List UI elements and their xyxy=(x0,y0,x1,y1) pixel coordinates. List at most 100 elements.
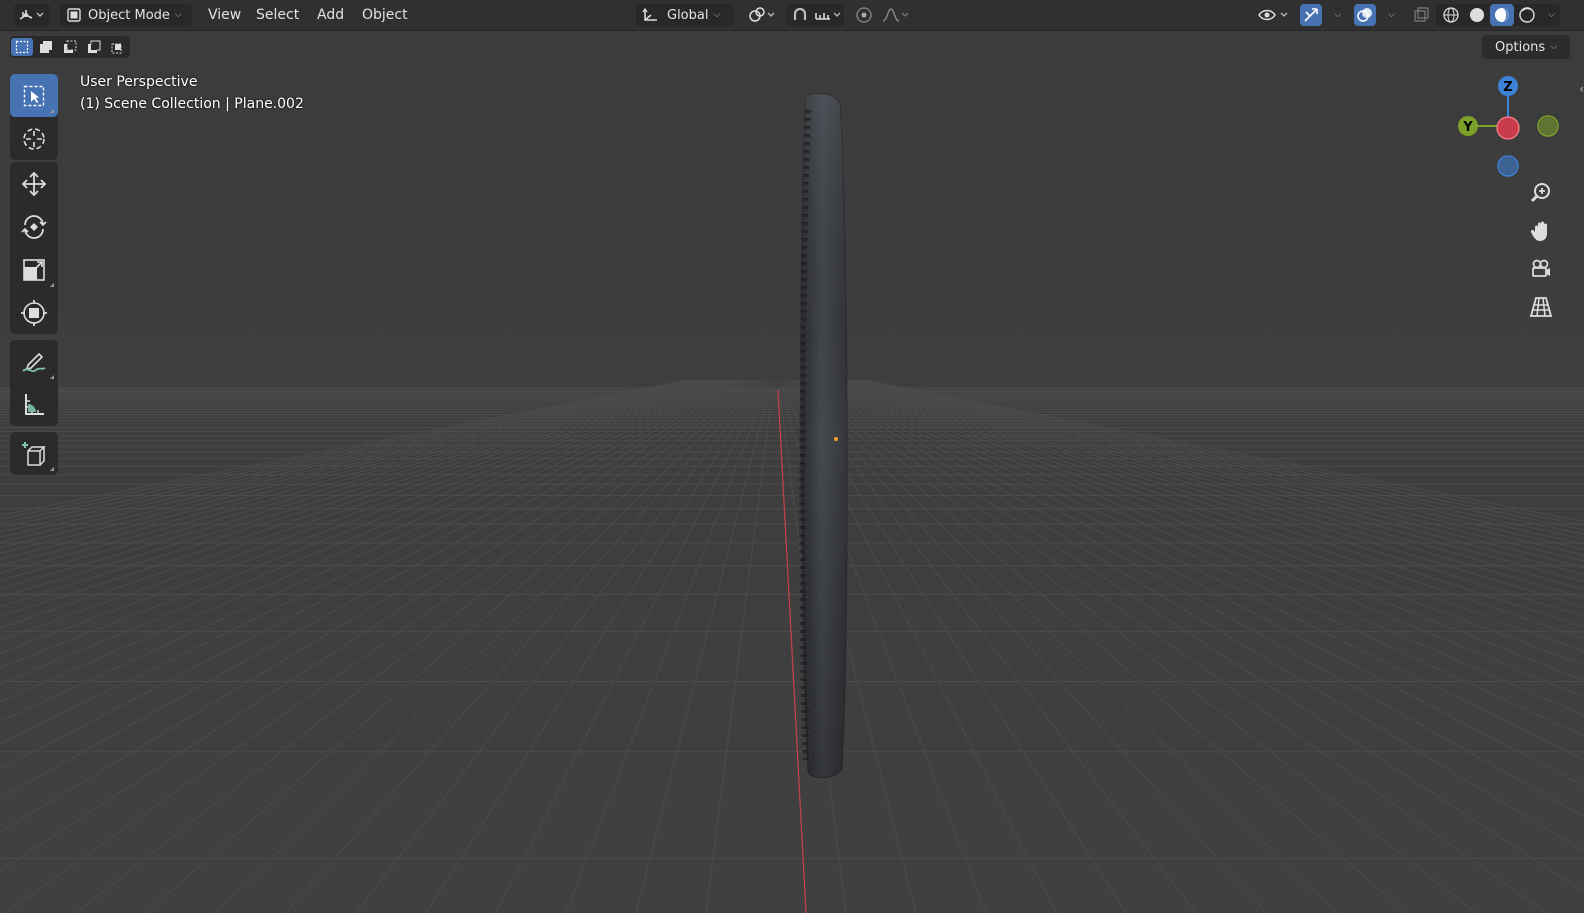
visibility-dropdown[interactable] xyxy=(1254,4,1294,26)
toolbar-group-annotate xyxy=(10,340,58,426)
options-dropdown[interactable]: Options ⌵ xyxy=(1482,35,1570,59)
falloff-curve-icon xyxy=(882,8,909,22)
options-label: Options xyxy=(1495,39,1546,55)
gizmo-z-axis[interactable]: Z xyxy=(1498,76,1518,96)
viewport-scene xyxy=(0,0,1584,913)
gizmo-dropdown[interactable]: ⌵ xyxy=(1324,4,1346,26)
move-icon xyxy=(21,171,47,196)
object-origin xyxy=(834,437,838,441)
annotate-tool[interactable] xyxy=(10,340,58,383)
measure-tool[interactable] xyxy=(10,383,58,426)
gizmo-icon xyxy=(1304,8,1318,22)
wireframe-shading-button[interactable] xyxy=(1438,4,1464,26)
select-new-button[interactable] xyxy=(11,38,33,56)
toolbar-group-transform xyxy=(10,162,58,334)
material-preview-button[interactable] xyxy=(1490,4,1514,26)
overlays-toggle-button[interactable] xyxy=(1354,4,1376,26)
select-new-icon xyxy=(15,40,29,54)
xray-icon xyxy=(1414,7,1429,22)
gizmo-negative-z-axis[interactable] xyxy=(1499,157,1517,175)
pivot-point-dropdown[interactable] xyxy=(744,4,780,26)
camera-icon xyxy=(1532,259,1550,277)
menu-view[interactable]: View xyxy=(202,4,247,26)
mode-dropdown[interactable]: Object Mode ⌵ xyxy=(60,4,192,26)
snap-toggle-button[interactable] xyxy=(788,4,812,26)
navigation-gizmo[interactable]: Z Y xyxy=(1454,70,1574,182)
perspective-label: User Perspective xyxy=(80,74,198,90)
menu-object[interactable]: Object xyxy=(356,4,414,26)
select-difference-icon xyxy=(88,40,101,53)
shading-dropdown[interactable]: ⌵ xyxy=(1540,4,1558,26)
object-mode-icon xyxy=(67,8,81,22)
select-subtract-icon xyxy=(64,40,77,53)
rendered-shading-button[interactable] xyxy=(1514,4,1540,26)
scale-icon xyxy=(23,258,45,281)
tool-variant-indicator xyxy=(50,467,54,471)
chevron-down-icon: ⌵ xyxy=(1550,42,1557,52)
solid-sphere-icon xyxy=(1470,8,1484,22)
overlays-icon xyxy=(1357,8,1372,22)
sidebar-toggle-arrow-icon[interactable]: ‹ xyxy=(1579,82,1584,96)
gizmo-toggle-button[interactable] xyxy=(1300,4,1322,26)
chevron-down-icon: ⌵ xyxy=(713,10,721,20)
add-cube-icon xyxy=(22,441,46,466)
proportional-falloff-dropdown[interactable] xyxy=(878,4,914,26)
overlays-dropdown[interactable]: ⌵ xyxy=(1378,4,1400,26)
scale-tool[interactable] xyxy=(10,248,58,291)
select-extend-icon xyxy=(40,41,52,53)
tool-variant-indicator xyxy=(50,375,54,379)
camera-view-button[interactable] xyxy=(1524,252,1558,286)
toolbar-group-add xyxy=(10,432,58,475)
tool-variant-indicator xyxy=(50,283,54,287)
material-sphere-icon xyxy=(1495,8,1509,22)
select-subtract-button[interactable] xyxy=(59,38,81,56)
select-box-tool[interactable] xyxy=(10,74,58,117)
chevron-down-icon: ⌵ xyxy=(1548,10,1555,20)
pan-button[interactable] xyxy=(1524,214,1558,248)
mode-label: Object Mode xyxy=(88,7,170,23)
rendered-sphere-icon xyxy=(1519,7,1535,23)
tool-variant-indicator xyxy=(50,109,54,113)
measure-ruler-icon xyxy=(25,393,44,415)
chevron-down-icon: ⌵ xyxy=(174,10,182,20)
select-box-icon xyxy=(23,85,45,106)
zoom-magnifier-icon xyxy=(1530,183,1550,203)
transform-icon xyxy=(21,299,47,326)
perspective-toggle-button[interactable] xyxy=(1524,290,1558,324)
chevron-down-icon: ⌵ xyxy=(1388,10,1395,20)
editor-type-button[interactable] xyxy=(14,4,50,26)
magnet-icon xyxy=(793,7,807,20)
hand-icon xyxy=(1530,221,1547,241)
orientation-icon xyxy=(642,7,657,21)
xray-toggle-button[interactable] xyxy=(1410,4,1432,26)
move-tool[interactable] xyxy=(10,162,58,205)
orientation-label: Global xyxy=(667,7,709,23)
transform-tool[interactable] xyxy=(10,291,58,334)
menu-add[interactable]: Add xyxy=(311,4,350,26)
select-intersect-icon xyxy=(111,43,122,54)
proportional-edit-button[interactable] xyxy=(852,4,876,26)
perspective-grid-icon xyxy=(1529,297,1553,317)
solid-shading-button[interactable] xyxy=(1464,4,1490,26)
3d-viewport-icon xyxy=(19,10,44,20)
toolbar-group-select xyxy=(10,74,58,160)
select-extend-button[interactable] xyxy=(35,38,57,56)
plane-object[interactable] xyxy=(799,93,848,778)
zoom-button[interactable] xyxy=(1524,176,1558,210)
cursor-icon xyxy=(23,127,45,150)
select-intersect-button[interactable] xyxy=(107,38,129,56)
wireframe-sphere-icon xyxy=(1443,7,1459,23)
snap-target-dropdown[interactable] xyxy=(812,4,844,26)
eye-icon xyxy=(1258,9,1288,21)
select-difference-button[interactable] xyxy=(83,38,105,56)
rotate-tool[interactable] xyxy=(10,205,58,248)
menu-select[interactable]: Select xyxy=(250,4,305,26)
add-cube-tool[interactable] xyxy=(10,432,58,475)
pivot-link-icon xyxy=(749,7,775,22)
transform-orientation-dropdown[interactable]: Global ⌵ xyxy=(636,4,734,26)
gizmo-y-axis[interactable]: Y xyxy=(1458,116,1478,136)
viewport-header: Object Mode ⌵ View Select Add Object Glo… xyxy=(0,0,1584,31)
cursor-tool[interactable] xyxy=(10,117,58,160)
rotate-icon xyxy=(21,214,47,239)
3d-viewport[interactable]: Object Mode ⌵ View Select Add Object Glo… xyxy=(0,0,1584,913)
